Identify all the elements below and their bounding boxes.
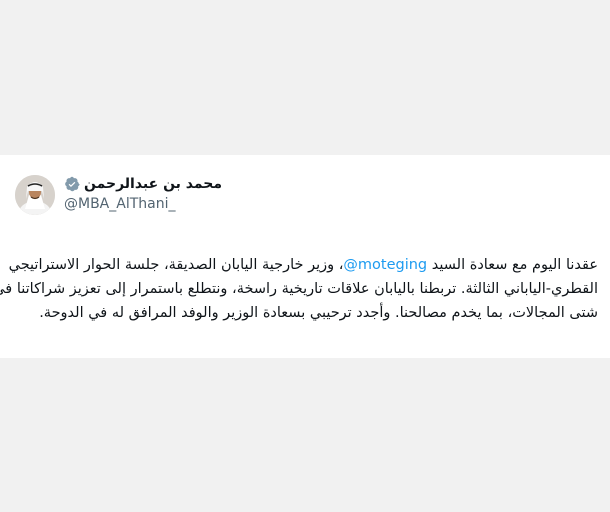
author-display-name[interactable]: محمد بن عبدالرحمن (84, 176, 222, 192)
tweet-text-line-2: القطري-الياباني الثالثة. تربطنا باليابان… (0, 281, 598, 297)
tweet-text-line-3: شتى المجالات، بما يخدم مصالحنا. وأجدد تر… (39, 305, 598, 321)
tweet-text-line-1-start: عقدنا اليوم مع سعادة السيد (427, 257, 598, 273)
tweet-card[interactable]: محمد بن عبدالرحمن @MBA_AlThani_ عقدنا ال… (0, 155, 610, 358)
avatar[interactable] (15, 175, 55, 215)
tweet-text-line-1: عقدنا اليوم مع سعادة السيد @moteging، وز… (9, 253, 598, 277)
author-handle[interactable]: @MBA_AlThani_ (64, 196, 176, 212)
mention-link[interactable]: @moteging (343, 257, 427, 273)
verified-badge-icon (64, 176, 80, 192)
tweet-text-line-1-end: ، وزير خارجية اليابان الصديقة، جلسة الحو… (8, 257, 344, 273)
author-name-row: محمد بن عبدالرحمن (64, 174, 222, 194)
tweet-text: عقدنا اليوم مع سعادة السيد @moteging، وز… (0, 253, 598, 325)
